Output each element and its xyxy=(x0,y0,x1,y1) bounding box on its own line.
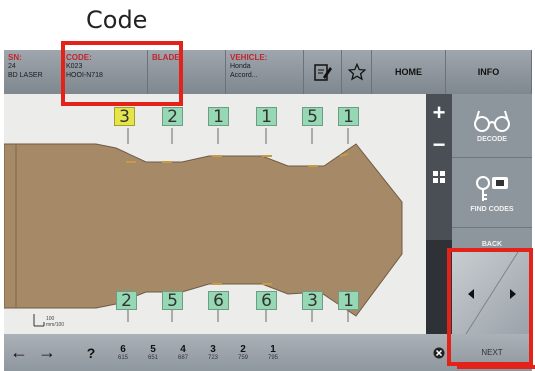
vehicle-value-line-2: Accord... xyxy=(230,72,258,79)
key-search-icon xyxy=(476,175,508,201)
find-codes-label: FIND CODES xyxy=(470,205,514,213)
depth-value: 795 xyxy=(267,355,278,361)
top-cut-5[interactable]: 5 xyxy=(302,107,323,127)
scale-indicator: 100 mm/100 xyxy=(32,312,72,328)
glasses-icon xyxy=(474,110,510,132)
arrow-right-button[interactable]: → xyxy=(34,334,60,371)
top-cut-2[interactable]: 2 xyxy=(162,107,183,127)
depth-value: 759 xyxy=(237,355,248,361)
annotation-caption: Code xyxy=(86,6,148,34)
depth-number: 6 xyxy=(120,344,126,355)
depth-value: 651 xyxy=(147,355,158,361)
depth-button-3[interactable]: 3 723 xyxy=(200,334,226,371)
fit-icon xyxy=(433,171,445,183)
info-button[interactable]: INFO xyxy=(446,50,532,94)
sn-value-line-2: BD LASER xyxy=(8,72,43,79)
key-drawing-area: 3 2 1 1 5 1 2 5 6 6 3 1 100 mm/100 xyxy=(4,94,426,334)
depth-number: 1 xyxy=(270,344,276,355)
star-icon xyxy=(347,63,366,81)
depth-value: 687 xyxy=(177,355,188,361)
sn-value-line-1: 24 xyxy=(8,63,16,70)
fit-view-button[interactable] xyxy=(426,162,452,192)
clear-icon xyxy=(433,347,445,358)
top-cut-3[interactable]: 1 xyxy=(208,107,229,127)
find-codes-button[interactable]: FIND CODES xyxy=(452,158,532,228)
arrow-left-button[interactable]: ← xyxy=(6,334,32,371)
code-highlight-box xyxy=(61,41,183,106)
bottom-cut-3[interactable]: 6 xyxy=(208,291,229,311)
next-highlight-box xyxy=(447,248,533,366)
depth-value: 615 xyxy=(117,355,128,361)
depth-button-4[interactable]: 4 687 xyxy=(170,334,196,371)
zoom-out-button[interactable]: − xyxy=(426,130,452,160)
bottom-cut-5[interactable]: 3 xyxy=(302,291,323,311)
depth-number: 4 xyxy=(180,344,186,355)
vehicle-value-line-1: Honda xyxy=(230,63,251,70)
home-button[interactable]: HOME xyxy=(372,50,446,94)
depth-button-5[interactable]: 5 651 xyxy=(140,334,166,371)
scale-label: 100 mm/100 xyxy=(46,316,65,328)
depth-number: 5 xyxy=(150,344,156,355)
next-highlight-underline xyxy=(457,365,535,369)
top-cut-4[interactable]: 1 xyxy=(256,107,277,127)
edit-button[interactable] xyxy=(304,50,342,94)
top-cut-6[interactable]: 1 xyxy=(338,107,359,127)
scale-bar-icon xyxy=(33,314,45,327)
back-label: BACK xyxy=(481,240,503,248)
bottom-cut-6[interactable]: 1 xyxy=(338,291,359,311)
depth-button-2[interactable]: 2 759 xyxy=(230,334,256,371)
depth-number: 3 xyxy=(210,344,216,355)
sn-label: SN: xyxy=(8,53,22,62)
depth-button-6[interactable]: 6 615 xyxy=(110,334,136,371)
zoom-in-button[interactable]: + xyxy=(426,98,452,128)
top-cut-1[interactable]: 3 xyxy=(114,107,135,127)
depth-number: 2 xyxy=(240,344,246,355)
vehicle-field[interactable]: VEHICLE: Honda Accord... xyxy=(226,50,304,94)
edit-note-icon xyxy=(313,64,332,81)
depth-button-1[interactable]: 1 795 xyxy=(260,334,286,371)
sn-field: SN: 24 BD LASER xyxy=(4,50,62,94)
depth-value: 723 xyxy=(207,355,218,361)
zoom-controls: + − xyxy=(426,94,452,240)
decode-label: DECODE xyxy=(477,135,507,143)
bottom-cut-4[interactable]: 6 xyxy=(256,291,277,311)
decode-button[interactable]: DECODE xyxy=(452,94,532,158)
bottom-cut-1[interactable]: 2 xyxy=(116,291,137,311)
help-button[interactable]: ? xyxy=(80,334,102,371)
favorite-button[interactable] xyxy=(342,50,372,94)
page: Code SN: 24 BD LASER CODE: K023 HOOI-N71… xyxy=(0,0,535,371)
bottom-cut-2[interactable]: 5 xyxy=(162,291,183,311)
vehicle-label: VEHICLE: xyxy=(230,53,268,62)
